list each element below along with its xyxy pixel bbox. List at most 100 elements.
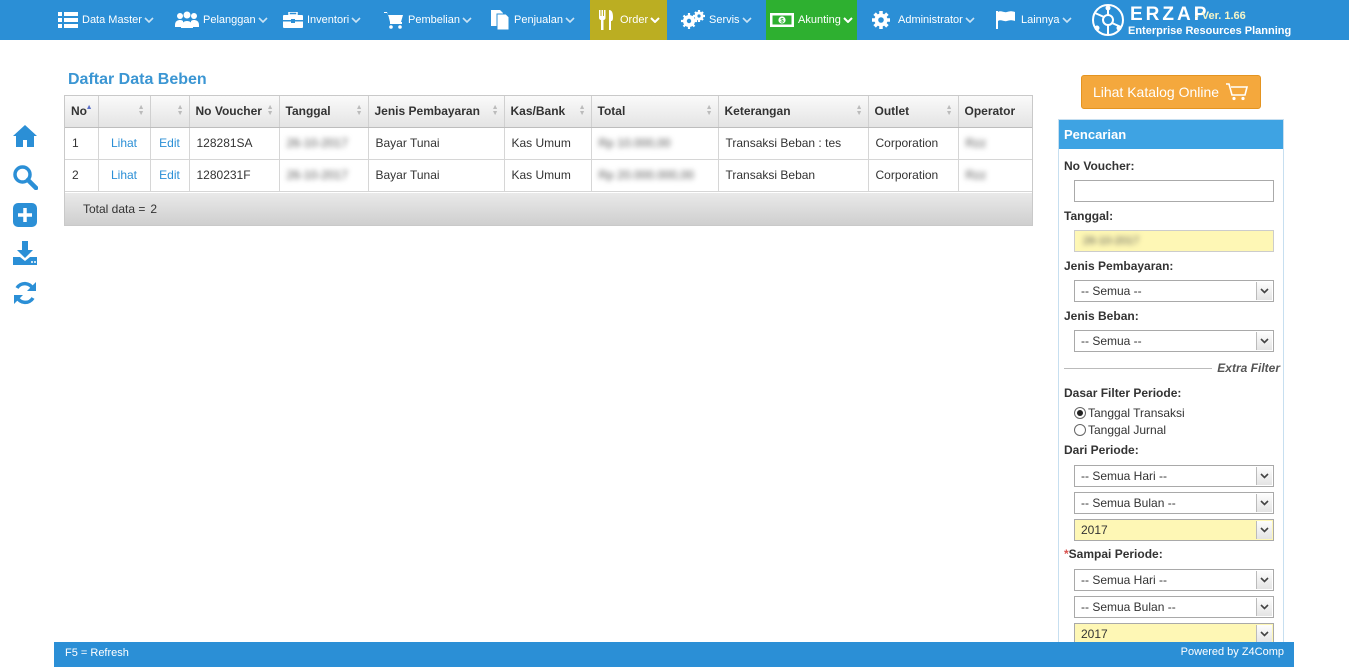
sampai-hari-select[interactable]: -- Semua Hari -- [1074, 569, 1274, 591]
cell-kas: Kas Umum [504, 159, 592, 192]
catalog-online-button[interactable]: Lihat Katalog Online [1081, 75, 1261, 109]
search-icon[interactable] [12, 164, 39, 191]
cart-icon [384, 10, 404, 30]
left-toolbar [6, 116, 48, 316]
cell-kas: Kas Umum [504, 127, 592, 160]
col-header-no[interactable]: No ▲ [65, 96, 99, 128]
top-navigation-bar: Data Master Pelanggan Inventori Pembelia… [0, 0, 1349, 40]
users-icon [175, 10, 199, 30]
nav-label: Inventori [307, 14, 350, 26]
col-header-operator[interactable]: Operator [958, 96, 1032, 128]
catalog-button-label: Lihat Katalog Online [1092, 84, 1220, 100]
brand: ERZAP - Ver. 1.66 Enterprise Resources P… [1090, 2, 1330, 38]
table-row: 1 Lihat Edit 128281SA 26-10-2017 Bayar T… [65, 127, 1032, 160]
erzap-logo-icon [1090, 2, 1126, 41]
cell-jenis: Bayar Tunai [368, 159, 505, 192]
cell-operator: Rzz [958, 127, 1032, 160]
jenis-beban-label: Jenis Beban: [1064, 309, 1139, 323]
chevron-down-icon [1256, 332, 1272, 350]
jenis-pembayaran-select[interactable]: -- Semua -- [1074, 280, 1274, 302]
nav-order[interactable]: Order [590, 0, 667, 40]
col-header-tanggal[interactable]: Tanggal ▲ ▼ [279, 96, 369, 128]
col-header-jenis-pembayaran[interactable]: Jenis Pembayaran ▲ ▼ [368, 96, 505, 128]
nav-pembelian[interactable]: Pembelian [384, 0, 474, 40]
cell-no: 2 [65, 159, 99, 192]
col-header-outlet[interactable]: Outlet ▲ ▼ [868, 96, 959, 128]
data-grid: No ▲ ▲ ▼ ▲ ▼ No Voucher ▲ ▼ Tanggal ▲ ▼ Jenis P… [64, 95, 1033, 226]
chevron-down-icon [650, 14, 662, 26]
nav-administrator[interactable]: Administrator [871, 0, 977, 40]
no-voucher-input[interactable] [1074, 180, 1274, 202]
radio-tanggal-transaksi[interactable]: Tanggal Transaksi [1074, 406, 1185, 420]
dari-bulan-select[interactable]: -- Semua Bulan -- [1074, 492, 1274, 514]
home-icon[interactable] [12, 124, 38, 150]
table-header-row: No ▲ ▲ ▼ ▲ ▼ No Voucher ▲ ▼ Tanggal ▲ ▼ Jenis P… [65, 96, 1032, 128]
chevron-down-icon [1256, 598, 1272, 616]
chevron-down-icon [1256, 571, 1272, 589]
nav-data-master[interactable]: Data Master [58, 0, 156, 40]
view-link[interactable]: Lihat [98, 127, 151, 160]
nav-label: Pelanggan [203, 14, 256, 26]
chevron-down-icon [1256, 494, 1272, 512]
nav-label: Order [620, 14, 649, 26]
data-table: No ▲ ▲ ▼ ▲ ▼ No Voucher ▲ ▼ Tanggal ▲ ▼ Jenis P… [65, 96, 1032, 192]
radio-tanggal-jurnal[interactable]: Tanggal Jurnal [1074, 423, 1166, 437]
sampai-periode-label: *Sampai Periode: [1064, 547, 1163, 561]
view-link[interactable]: Lihat [98, 159, 151, 192]
total-data-value: 2 [150, 202, 158, 216]
nav-penjualan[interactable]: Penjualan [490, 0, 577, 40]
col-header-edit[interactable]: ▲ ▼ [150, 96, 190, 128]
dari-periode-label: Dari Periode: [1064, 443, 1139, 457]
chevron-down-icon [258, 14, 270, 26]
cell-keterangan: Transaksi Beban : tes [718, 127, 869, 160]
jenis-beban-select[interactable]: -- Semua -- [1074, 330, 1274, 352]
nav-label: Servis [709, 14, 740, 26]
total-data-label: Total data = [83, 202, 146, 216]
nav-inventori[interactable]: Inventori [283, 0, 363, 40]
nav-servis[interactable]: Servis [681, 0, 754, 40]
jenis-pembayaran-label: Jenis Pembayaran: [1064, 259, 1174, 273]
list-icon [58, 10, 78, 30]
cell-tanggal: 26-10-2017 [279, 159, 369, 192]
add-icon[interactable] [12, 202, 38, 228]
nav-akunting[interactable]: $ Akunting [766, 0, 857, 40]
sort-icon: ▲ ▼ [855, 104, 863, 117]
utensils-icon [596, 10, 616, 30]
radio-unselected-icon [1074, 424, 1086, 436]
tanggal-input[interactable]: 26-10-2017 [1074, 230, 1274, 252]
no-voucher-label: No Voucher: [1064, 159, 1135, 173]
status-footer: F5 = Refresh Powered by Z4Comp [54, 642, 1294, 667]
download-icon[interactable] [12, 240, 38, 266]
radio-selected-icon [1074, 407, 1086, 419]
gears-icon [681, 10, 705, 30]
flag-icon [995, 10, 1017, 30]
edit-link[interactable]: Edit [150, 159, 190, 192]
col-header-view[interactable]: ▲ ▼ [98, 96, 151, 128]
sampai-bulan-select[interactable]: -- Semua Bulan -- [1074, 596, 1274, 618]
sort-icon: ▲ ▼ [491, 104, 499, 117]
sort-icon: ▲ ▼ [355, 104, 363, 117]
chevron-down-icon [965, 14, 977, 26]
col-header-keterangan[interactable]: Keterangan ▲ ▼ [718, 96, 869, 128]
extra-filter-toggle[interactable]: Extra Filter [1064, 360, 1280, 376]
dari-tahun-select[interactable]: 2017 [1074, 519, 1274, 541]
nav-label: Penjualan [514, 14, 563, 26]
edit-link[interactable]: Edit [150, 127, 190, 160]
dari-hari-select[interactable]: -- Semua Hari -- [1074, 465, 1274, 487]
documents-icon [490, 10, 510, 30]
nav-pelanggan[interactable]: Pelanggan [175, 0, 270, 40]
sort-icon: ▲ ▼ [266, 104, 274, 117]
col-header-voucher[interactable]: No Voucher ▲ ▼ [189, 96, 280, 128]
nav-lainnya[interactable]: Lainnya [995, 0, 1074, 40]
chevron-down-icon [843, 14, 855, 26]
cell-outlet: Corporation [868, 159, 959, 192]
divider [1064, 368, 1212, 369]
chevron-down-icon [741, 14, 754, 26]
cart-icon [1225, 83, 1249, 101]
cell-no: 1 [65, 127, 99, 160]
refresh-hint: F5 = Refresh [65, 647, 129, 659]
col-header-total[interactable]: Total ▲ ▼ [591, 96, 719, 128]
chevron-down-icon [1256, 521, 1272, 539]
refresh-icon[interactable] [12, 280, 38, 306]
col-header-kas-bank[interactable]: Kas/Bank ▲ ▼ [504, 96, 592, 128]
